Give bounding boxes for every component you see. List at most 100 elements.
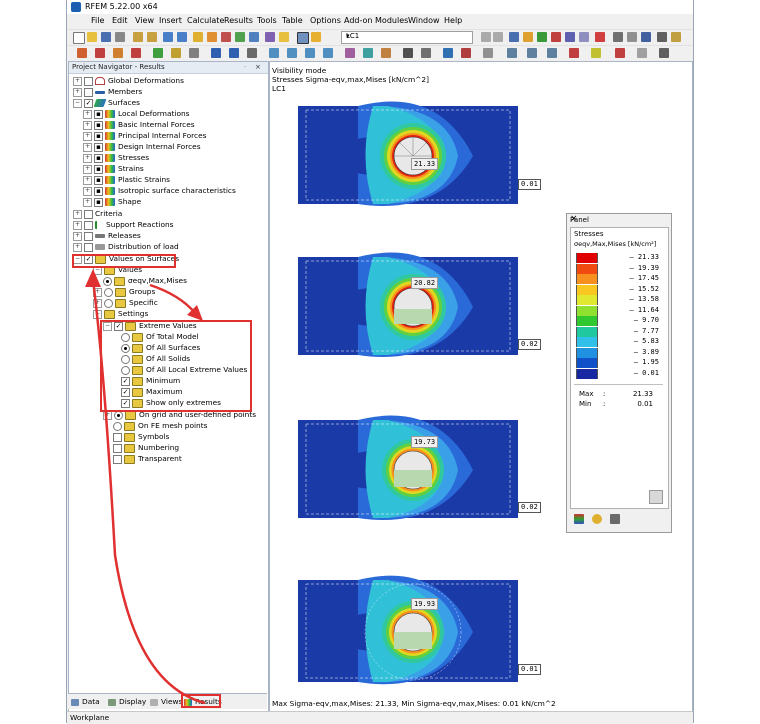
snap-icon[interactable] [229, 48, 239, 58]
tree-strains[interactable]: + ▪ Strains [83, 163, 144, 174]
expand-icon[interactable]: + [83, 175, 92, 185]
deformation-icon[interactable] [537, 32, 547, 42]
expand-icon[interactable]: + [83, 186, 92, 196]
menu-options[interactable]: Options [310, 16, 341, 25]
expand-icon[interactable]: + [83, 142, 92, 152]
mirror-icon[interactable] [547, 48, 557, 58]
stop-icon[interactable] [615, 48, 625, 58]
checkbox[interactable] [84, 231, 93, 241]
expand-icon[interactable]: + [83, 197, 92, 207]
stress-plot-1[interactable]: 21.33 0.01 [298, 96, 548, 208]
result-values-icon[interactable] [443, 48, 453, 58]
tree-surfaces[interactable]: − ✓ Surfaces [73, 97, 140, 108]
checkbox[interactable]: ▪ [94, 186, 103, 196]
expand-icon[interactable]: + [73, 87, 82, 97]
checkbox[interactable]: ▪ [94, 131, 103, 141]
checkbox[interactable]: ▪ [94, 109, 103, 119]
view-y-icon[interactable] [287, 48, 297, 58]
tree-global-deformations[interactable]: + Global Deformations [73, 75, 184, 86]
copy-icon[interactable] [133, 32, 143, 42]
menu-edit[interactable]: Edit [112, 16, 128, 25]
settings-icon[interactable] [671, 32, 681, 42]
results-on-off-icon[interactable] [509, 32, 519, 42]
member-icon[interactable] [113, 48, 123, 58]
menu-file[interactable]: File [91, 16, 104, 25]
expand-icon[interactable]: + [73, 231, 82, 241]
new-file-icon[interactable] [73, 32, 85, 44]
support-icon[interactable] [131, 48, 141, 58]
window-icon[interactable] [297, 32, 309, 44]
surface-icon[interactable] [153, 48, 163, 58]
checkbox[interactable] [84, 87, 93, 97]
measure-2-icon[interactable] [591, 48, 601, 58]
expand-icon[interactable]: + [83, 153, 92, 163]
tree-distribution-of-load[interactable]: + Distribution of load [73, 241, 179, 252]
expand-icon[interactable]: + [73, 242, 82, 252]
tree-shape[interactable]: + ▪ Shape [83, 196, 141, 207]
color-scale-icon[interactable] [574, 514, 584, 524]
stress-plot-4[interactable]: 19.93 0.01 [298, 570, 548, 687]
undo-icon[interactable] [163, 32, 173, 42]
result-diagram-icon[interactable] [565, 32, 575, 42]
values-icon[interactable] [523, 32, 533, 42]
tree-stresses[interactable]: + ▪ Stresses [83, 152, 149, 163]
menu-view[interactable]: View [135, 16, 154, 25]
tree-releases[interactable]: + Releases [73, 230, 141, 241]
tree-principal-internal-forces[interactable]: + ▪ Principal Internal Forces [83, 130, 207, 141]
menu-tools[interactable]: Tools [257, 16, 277, 25]
stress-plot-3[interactable]: 19.73 0.02 [298, 410, 548, 522]
more-icon[interactable] [637, 48, 647, 58]
open-folder-icon[interactable] [87, 32, 97, 42]
print-graphic-icon[interactable] [483, 48, 493, 58]
menu-add-on-modules[interactable]: Add-on Modules [344, 16, 408, 25]
text-icon[interactable] [659, 48, 669, 58]
tree-basic-internal-forces[interactable]: + ▪ Basic Internal Forces [83, 119, 195, 130]
solid-icon[interactable] [381, 48, 391, 58]
guide-icon[interactable] [421, 48, 431, 58]
color-scale-icon[interactable] [461, 48, 471, 58]
paste-icon[interactable] [147, 32, 157, 42]
menu-insert[interactable]: Insert [159, 16, 182, 25]
stress-plot-2[interactable]: 20.82 0.02 [298, 247, 548, 359]
menu-help[interactable]: Help [444, 16, 462, 25]
measure-icon[interactable] [403, 48, 413, 58]
view-z-icon[interactable] [305, 48, 315, 58]
line-icon[interactable] [95, 48, 105, 58]
zoom-legend-button[interactable] [649, 490, 663, 504]
results-icon[interactable] [207, 32, 217, 42]
view-iso-icon[interactable] [323, 48, 333, 58]
checkbox[interactable] [84, 209, 93, 219]
node-icon[interactable] [77, 48, 87, 58]
menu-window[interactable]: Window [408, 16, 440, 25]
wireframe-icon[interactable] [363, 48, 373, 58]
calculate-icon[interactable] [193, 32, 203, 42]
filter-icon[interactable] [610, 514, 620, 524]
checkbox[interactable] [84, 76, 93, 86]
redo-icon[interactable] [177, 32, 187, 42]
show-results-icon[interactable] [221, 32, 231, 42]
dimension-icon[interactable] [189, 48, 199, 58]
checkbox[interactable] [84, 220, 93, 230]
checkbox-checked[interactable]: ✓ [84, 98, 93, 108]
print-icon[interactable] [115, 32, 125, 42]
view-icon[interactable] [613, 32, 623, 42]
tree-criteria[interactable]: + Criteria [73, 208, 122, 219]
next-icon[interactable] [493, 32, 503, 42]
pin-icon[interactable]: ᐧ [244, 63, 246, 71]
save-icon[interactable] [101, 32, 111, 42]
delete-icon[interactable] [569, 48, 579, 58]
tree-local-deformations[interactable]: + ▪ Local Deformations [83, 108, 190, 119]
move-icon[interactable] [507, 48, 517, 58]
tree-design-internal-forces[interactable]: + ▪ Design Internal Forces [83, 141, 201, 152]
expand-icon[interactable]: + [83, 120, 92, 130]
previous-icon[interactable] [481, 32, 491, 42]
zoom-icon[interactable] [627, 32, 637, 42]
opening-icon[interactable] [171, 48, 181, 58]
checkbox[interactable]: ▪ [94, 164, 103, 174]
load-case-select[interactable]: LC1 ▾ [341, 31, 473, 44]
select-icon[interactable] [247, 48, 257, 58]
grid-icon[interactable] [657, 32, 667, 42]
display-factors-icon[interactable] [592, 514, 602, 524]
tree-isotropic-surface-characteristics[interactable]: + ▪ Isotropic surface characteristics [83, 185, 236, 196]
expand-icon[interactable]: + [73, 209, 82, 219]
